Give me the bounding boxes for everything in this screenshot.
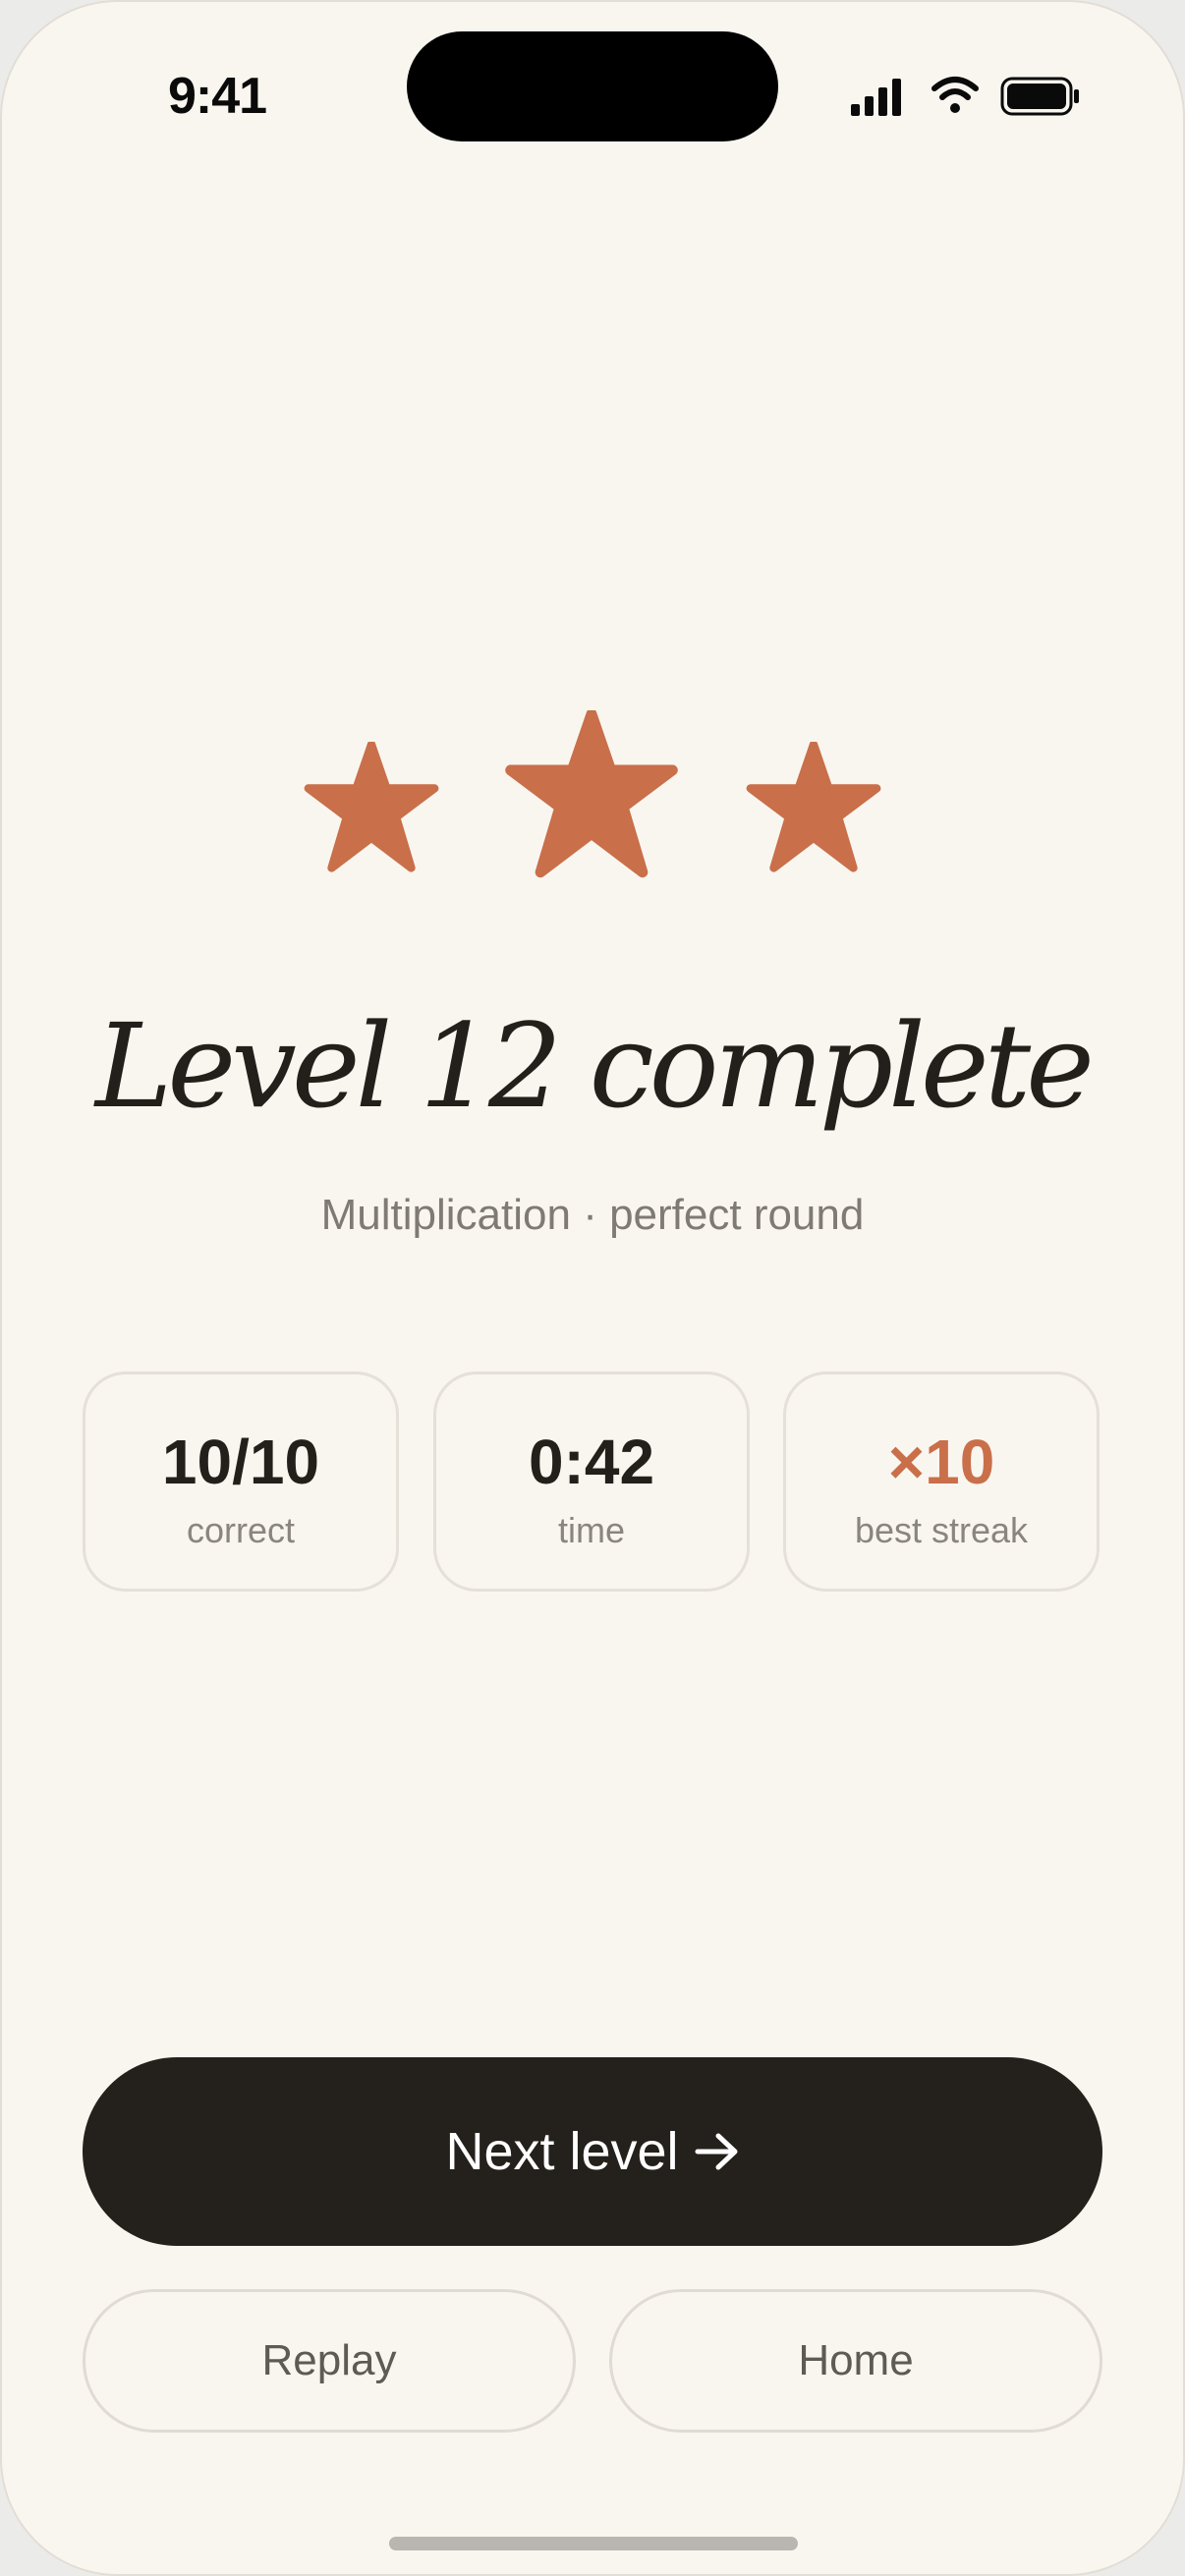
stat-card-best-streak: ×10 best streak: [783, 1372, 1100, 1592]
star-rating: [0, 702, 1185, 879]
cellular-signal-icon: [851, 79, 901, 116]
battery-icon: [1000, 77, 1079, 116]
wifi-icon: [931, 77, 979, 113]
page-title: Level 12 complete: [95, 998, 1095, 1134]
star-icon: [746, 742, 881, 872]
stat-value: ×10: [887, 1427, 995, 1497]
home-label: Home: [798, 2336, 914, 2384]
replay-button[interactable]: Replay: [83, 2289, 576, 2433]
status-time: 9:41: [167, 68, 267, 125]
phone-screen: 9:41 Level 12 complete Multiplication · …: [0, 0, 1185, 2576]
home-button[interactable]: Home: [609, 2289, 1102, 2433]
star-icon: [505, 710, 678, 878]
arrow-right-icon: [695, 2133, 738, 2170]
dynamic-island: [407, 31, 778, 141]
next-level-label: Next level: [445, 2122, 679, 2181]
stat-card-correct: 10/10 correct: [83, 1372, 399, 1592]
page-subtitle: Multiplication · perfect round: [320, 1191, 865, 1239]
home-indicator[interactable]: [389, 2537, 798, 2550]
status-icons: [849, 75, 1081, 122]
stat-value: 10/10: [161, 1427, 320, 1497]
stat-card-time: 0:42 time: [433, 1372, 750, 1592]
stat-label: time: [557, 1510, 625, 1550]
stat-label: best streak: [854, 1510, 1029, 1550]
replay-label: Replay: [261, 2336, 397, 2384]
stat-label: correct: [186, 1510, 296, 1550]
star-icon: [304, 742, 439, 872]
stat-value: 0:42: [528, 1427, 655, 1497]
next-level-button[interactable]: Next level: [83, 2057, 1102, 2246]
